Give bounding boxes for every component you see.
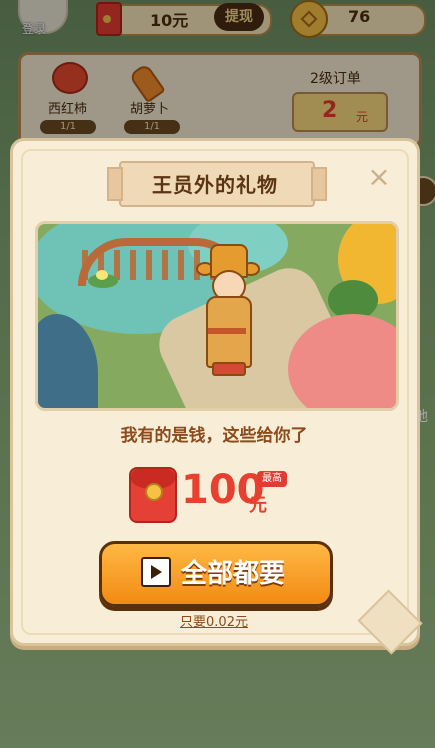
video-icon	[141, 557, 171, 587]
lotus-flower	[96, 270, 108, 280]
gift-message: 我有的是钱，这些给你了	[120, 426, 308, 446]
take-all-label[interactable]: 全部都要	[181, 553, 285, 590]
rock-garden	[38, 314, 98, 408]
reward-unit: 元	[249, 495, 267, 516]
small-amount-link[interactable]: 只要0.02元	[35, 611, 393, 630]
gift-scene-image	[35, 221, 399, 411]
official-boots	[212, 362, 246, 376]
robe-belt	[208, 328, 246, 334]
max-badge: 最高	[257, 471, 287, 487]
red-envelope-icon	[129, 467, 177, 523]
official-character	[196, 244, 260, 404]
close-button[interactable]: ×	[365, 163, 393, 191]
modal-title: 王员外的礼物	[152, 173, 278, 197]
gift-modal: 王员外的礼物 × 我有的是钱，这些给你了 100 元 最高 全部都要 只要0.0…	[10, 138, 420, 646]
